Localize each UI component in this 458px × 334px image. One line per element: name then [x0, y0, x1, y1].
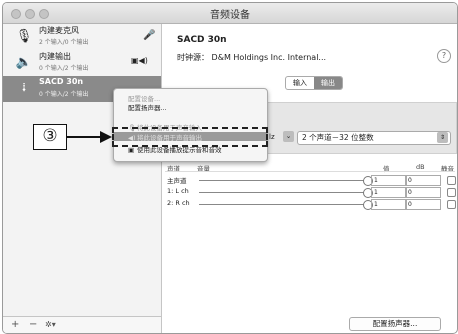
db-field[interactable]: 0	[405, 187, 441, 198]
input-output-tabs: 输入 输出	[285, 76, 343, 90]
device-io-count: 2 个输入/0 个输出	[39, 39, 89, 46]
sample-rate-suffix: lz	[269, 133, 275, 141]
mic-small-icon: 🎤	[143, 30, 156, 41]
clock-source-label: 时钟源：	[177, 53, 209, 62]
mute-checkbox[interactable]	[447, 188, 456, 197]
clock-source-value[interactable]: D&M Holdings Inc. Internal...	[212, 53, 327, 62]
device-title: SACD 30n	[177, 35, 227, 45]
volume-slider-track[interactable]	[199, 180, 369, 181]
value-field[interactable]: 1	[371, 175, 407, 186]
clock-source: 时钟源： D&M Holdings Inc. Internal...	[177, 52, 326, 63]
db-field[interactable]: 0	[405, 199, 441, 210]
device-context-menu: 配置设备... 配置扬声器... 🎙将此设备用于声音输入 ◀)将此设备用于声音输…	[113, 88, 268, 162]
title-bar: 音频设备	[3, 3, 457, 24]
microphone-icon: 🎙	[15, 29, 33, 44]
device-io-count: 0 个输入/2 个输出	[39, 91, 89, 98]
device-name: 内建麦克风	[39, 26, 79, 35]
channel-row: 2: R ch 1 0	[165, 199, 457, 211]
value-field[interactable]: 1	[371, 199, 407, 210]
db-field[interactable]: 0	[405, 175, 441, 186]
channel-name: 主声道	[167, 177, 187, 185]
channel-row: 主声道 1 0	[165, 175, 457, 187]
step-callout: ③	[33, 124, 67, 150]
highlight-dashed-box	[112, 127, 268, 147]
column-header-db: dB	[416, 163, 425, 171]
audio-devices-window: 音频设备 🎙 内建麦克风 2 个输入/0 个输出 🎤 🔈 内建输出 0 个输入/…	[2, 2, 458, 334]
usb-icon: ⭭	[21, 81, 27, 96]
help-button[interactable]: ?	[437, 49, 451, 63]
add-device-button[interactable]: +	[11, 319, 19, 330]
display-speaker-icon: ▣◀)	[131, 56, 148, 65]
device-name: 内建输出	[39, 52, 71, 61]
channel-row: 1: L ch 1 0	[165, 187, 457, 199]
remove-device-button[interactable]: −	[29, 319, 37, 330]
device-sidebar: 🎙 内建麦克风 2 个输入/0 个输出 🎤 🔈 内建输出 0 个输入/2 个输出…	[3, 24, 162, 333]
tab-input[interactable]: 输入	[286, 77, 314, 89]
device-item-builtin-output[interactable]: 🔈 内建输出 0 个输入/2 个输出 ▣◀)	[3, 50, 161, 76]
sample-rate-dropdown-arrow[interactable]: ⌄	[283, 131, 294, 142]
window-title: 音频设备	[210, 10, 250, 21]
speaker-icon: 🔈	[15, 55, 33, 70]
header-divider	[165, 171, 455, 172]
format-dropdown-arrow[interactable]: ⇕	[437, 132, 448, 143]
mute-checkbox[interactable]	[447, 176, 456, 185]
device-io-count: 0 个输入/2 个输出	[39, 65, 89, 72]
mute-checkbox[interactable]	[447, 200, 456, 209]
callout-arrow-line	[67, 136, 101, 138]
callout-arrow-icon	[100, 131, 112, 143]
volume-slider-track[interactable]	[199, 204, 369, 205]
alert-speaker-icon: ▣	[128, 146, 135, 154]
device-name: SACD 30n	[39, 77, 84, 86]
format-dropdown[interactable]: 2 个声道－32 位整数	[297, 131, 451, 145]
volume-slider-track[interactable]	[199, 192, 369, 193]
value-field[interactable]: 1	[371, 187, 407, 198]
gear-menu-button[interactable]: ✲▾	[45, 320, 56, 329]
device-item-builtin-mic[interactable]: 🎙 内建麦克风 2 个输入/0 个输出 🎤	[3, 24, 161, 50]
tab-output[interactable]: 输出	[314, 77, 342, 89]
channel-name: 2: R ch	[167, 199, 190, 207]
configure-speakers-button[interactable]: 配置扬声器...	[349, 317, 441, 331]
sidebar-toolbar: + − ✲▾	[3, 316, 161, 333]
menu-item-configure-speakers[interactable]: 配置扬声器...	[128, 102, 167, 112]
channel-name: 1: L ch	[167, 187, 189, 195]
